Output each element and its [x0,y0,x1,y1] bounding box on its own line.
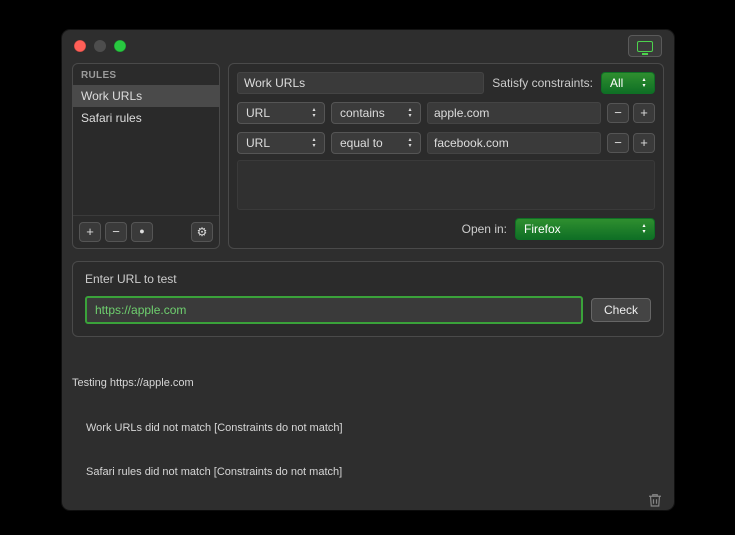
constraint-field-select[interactable]: URL ▴▾ [237,132,325,154]
constraint-row: URL ▴▾ equal to ▴▾ − + [237,132,655,154]
select-value: URL [246,106,270,120]
preferences-window: RULES Work URLs Safari rules + − ● ⚙ [62,30,674,510]
titlebar [62,30,674,63]
constraint-operator-select[interactable]: equal to ▴▾ [331,132,421,154]
select-value: All [610,76,623,90]
minus-icon: − [112,225,120,238]
main-content: RULES Work URLs Safari rules + − ● ⚙ [62,63,674,249]
stepper-arrows-icon: ▴▾ [638,73,650,93]
open-in-label: Open in: [462,222,507,236]
remove-constraint-button[interactable]: − [607,103,629,123]
test-title: Enter URL to test [85,272,651,286]
stepper-arrows-icon: ▴▾ [404,103,416,123]
remove-constraint-button[interactable]: − [607,133,629,153]
rule-item-safari-rules[interactable]: Safari rules [73,107,219,129]
test-log: Testing https://apple.com Work URLs did … [72,347,664,510]
log-line: Testing https://apple.com [72,376,343,391]
stepper-arrows-icon: ▴▾ [404,133,416,153]
display-toolbar-button[interactable] [628,35,662,57]
constraint-value-input[interactable] [427,102,601,124]
rule-settings-button[interactable]: ⚙ [191,222,213,242]
select-value: URL [246,136,270,150]
minus-icon: − [614,136,622,149]
select-value: Firefox [524,222,561,236]
check-button[interactable]: Check [591,298,651,322]
rule-item-label: Work URLs [81,89,142,103]
close-window-button[interactable] [74,40,86,52]
select-value: contains [340,106,385,120]
rules-list: Work URLs Safari rules [73,85,219,215]
editor-header: Satisfy constraints: All ▴▾ [237,72,655,94]
zoom-window-button[interactable] [114,40,126,52]
minus-icon: − [614,106,622,119]
select-value: equal to [340,136,383,150]
constraint-field-select[interactable]: URL ▴▾ [237,102,325,124]
log-lines: Testing https://apple.com Work URLs did … [72,347,343,510]
test-url-input[interactable] [85,296,583,324]
rules-sidebar: RULES Work URLs Safari rules + − ● ⚙ [72,63,220,249]
open-in-select[interactable]: Firefox ▴▾ [515,218,655,240]
remove-rule-button[interactable]: − [105,222,127,242]
rule-options-button[interactable]: ● [131,222,153,242]
constraint-value-input[interactable] [427,132,601,154]
minimize-window-button[interactable] [94,40,106,52]
plus-icon: + [86,225,94,238]
open-in-row: Open in: Firefox ▴▾ [237,218,655,240]
satisfy-constraints-select[interactable]: All ▴▾ [601,72,655,94]
clear-log-button[interactable] [646,490,664,510]
add-constraint-button[interactable]: + [633,133,655,153]
stepper-arrows-icon: ▴▾ [638,219,650,239]
window-controls [74,40,126,52]
url-test-panel: Enter URL to test Check [72,261,664,337]
constraint-rows: URL ▴▾ contains ▴▾ − + U [237,102,655,154]
constraint-row: URL ▴▾ contains ▴▾ − + [237,102,655,124]
gear-icon: ⚙ [197,226,208,238]
rule-item-work-urls[interactable]: Work URLs [73,85,219,107]
constraint-operator-select[interactable]: contains ▴▾ [331,102,421,124]
rule-editor: Satisfy constraints: All ▴▾ URL ▴▾ conta… [228,63,664,249]
stepper-arrows-icon: ▴▾ [308,133,320,153]
log-line: Work URLs did not match [Constraints do … [72,421,343,436]
plus-icon: + [640,106,648,119]
plus-icon: + [640,136,648,149]
trash-icon [646,490,664,510]
satisfy-constraints-label: Satisfy constraints: [492,76,593,90]
constraint-list-background [237,160,655,210]
log-line: Safari rules did not match [Constraints … [72,465,343,480]
rule-item-label: Safari rules [81,111,142,125]
sidebar-footer: + − ● ⚙ [73,215,219,248]
monitor-icon [637,41,653,52]
rule-name-input[interactable] [237,72,484,94]
rules-header: RULES [73,64,219,85]
stepper-arrows-icon: ▴▾ [308,103,320,123]
add-rule-button[interactable]: + [79,222,101,242]
dot-icon: ● [139,227,144,236]
add-constraint-button[interactable]: + [633,103,655,123]
